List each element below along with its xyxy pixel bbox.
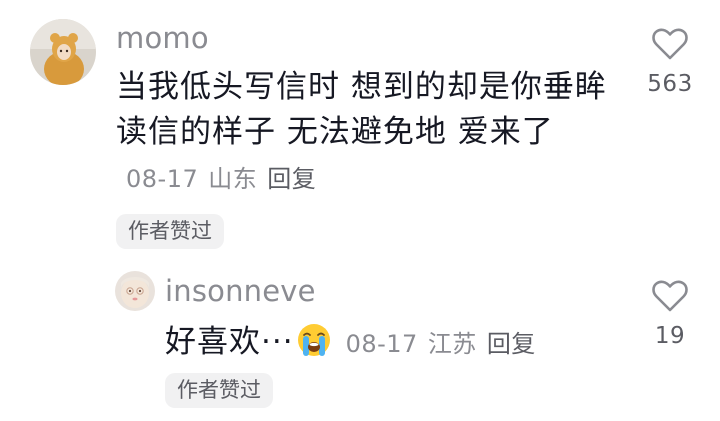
- comment-username[interactable]: momo: [116, 24, 209, 53]
- like-control[interactable]: 563: [630, 27, 710, 97]
- loudly-crying-face-icon: [297, 324, 330, 356]
- reply-username[interactable]: insonneve: [165, 277, 316, 306]
- reply-date: 08-17: [345, 330, 418, 358]
- reply-meta: 08-17 江苏 回复: [336, 330, 536, 358]
- comment-date: 08-17: [126, 165, 199, 193]
- avatar[interactable]: [30, 19, 96, 85]
- reply-button[interactable]: 回复: [487, 330, 536, 358]
- avatar-image: [30, 19, 96, 85]
- reply-button[interactable]: 回复: [267, 165, 316, 193]
- heart-outline-icon[interactable]: [651, 27, 689, 61]
- heart-outline-icon[interactable]: [651, 279, 689, 313]
- reply-body: 好喜欢···: [165, 324, 294, 360]
- like-control[interactable]: 19: [630, 279, 710, 349]
- like-count: 563: [647, 71, 693, 97]
- comment-body: 当我低头写信时 想到的却是你垂眸读信的样子 无法避免地 爱来了: [116, 69, 607, 150]
- avatar-image: [115, 271, 155, 311]
- reply-text: 好喜欢··· 08-17 江苏 回复: [165, 320, 625, 367]
- author-liked-badge: 作者赞过: [116, 214, 224, 249]
- like-count: 19: [654, 323, 686, 349]
- comment-meta: 08-17 山东 回复: [116, 165, 316, 193]
- comment-text: 当我低头写信时 想到的却是你垂眸读信的样子 无法避免地 爱来了 08-17 山东 回复: [116, 65, 616, 202]
- reply-location: 江苏: [427, 330, 477, 358]
- author-liked-badge: 作者赞过: [165, 373, 273, 408]
- comment-location: 山东: [208, 165, 258, 193]
- avatar[interactable]: [115, 271, 155, 311]
